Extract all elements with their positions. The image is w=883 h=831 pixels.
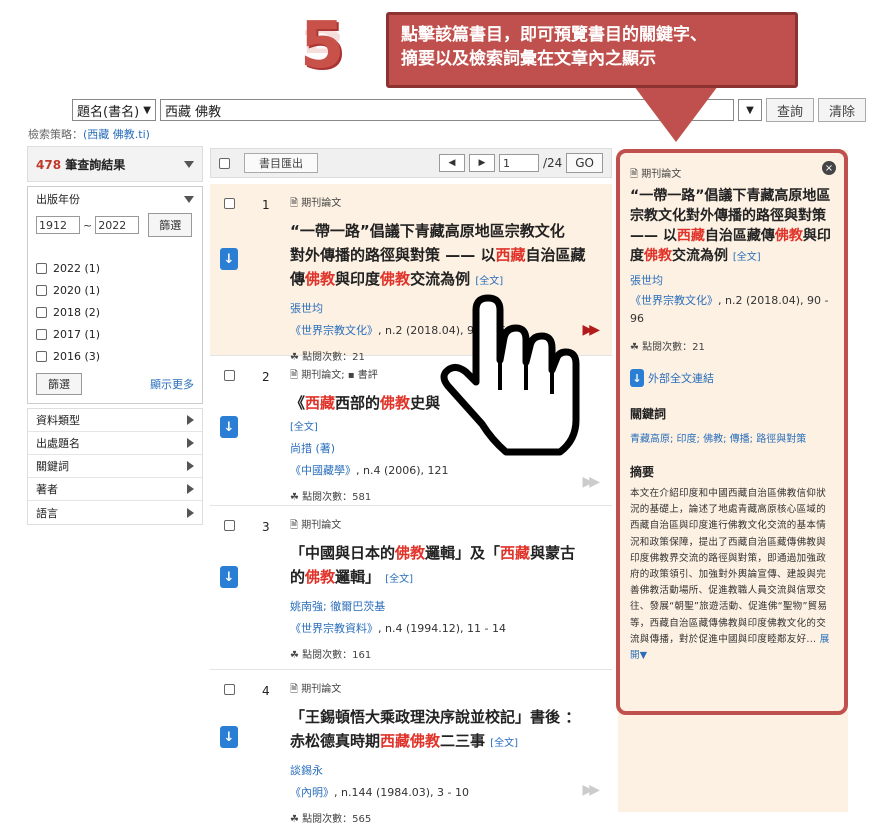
close-icon[interactable]: ×: [822, 161, 836, 175]
download-icon[interactable]: ↓: [220, 726, 238, 748]
fulltext-link[interactable]: [全文]: [475, 276, 503, 287]
export-button[interactable]: 書目匯出: [244, 153, 318, 173]
callout-box: 點擊該篇書目，即可預覽書目的關鍵字、 摘要以及檢索詞彙在文章內之顯示: [386, 12, 798, 88]
chevron-right-icon: [187, 415, 194, 425]
chevron-right-icon: [187, 461, 194, 471]
facet-source[interactable]: 出處題名: [28, 432, 202, 455]
item-title[interactable]: “一帶一路”倡議下青藏高原地區宗教文化 對外傳播的路徑與對策 —— 以西藏自治區藏…: [290, 219, 602, 294]
chevron-down-icon[interactable]: [184, 195, 194, 203]
item-checkbox[interactable]: [224, 684, 235, 695]
keywords-heading: 關鍵詞: [630, 407, 667, 421]
year-facet-label: 出版年份: [36, 193, 80, 206]
download-icon: ↓: [630, 369, 644, 387]
item-views: ☘ 點閱次數：581: [290, 492, 372, 503]
year-option[interactable]: 2017 (1): [36, 323, 194, 345]
year-option[interactable]: 2018 (2): [36, 301, 194, 323]
detail-panel: × 🗎 期刊論文 “一帶一路”倡議下青藏高原地區宗教文化對外傳播的路徑與對策 —…: [616, 149, 848, 715]
item-source: 《內明》, n.144 (1984.03), 3 - 10: [290, 786, 469, 799]
item-views: ☘ 點閱次數：161: [290, 650, 372, 661]
step-number-reflection: 5: [300, 21, 345, 59]
item-type: 🗎 期刊論文: [290, 520, 342, 531]
go-button[interactable]: GO: [566, 153, 603, 173]
abstract-text: 本文在介紹印度和中國西藏自治區佛教信仰狀況的基礎上，論述了地處青藏高原核心區域的…: [630, 488, 830, 662]
callout-line-1: 點擊該篇書目，即可預覽書目的關鍵字、: [401, 25, 707, 45]
item-author[interactable]: 姚南強; 徹爾巴茨基: [290, 598, 602, 614]
facet-author[interactable]: 著者: [28, 478, 202, 501]
next-page-button[interactable]: ▶: [468, 154, 495, 172]
item-checkbox[interactable]: [224, 520, 235, 531]
prev-page-button[interactable]: ◀: [438, 154, 465, 172]
search-field-select-2[interactable]: ▼: [738, 99, 762, 121]
item-source: 《世界宗教資料》, n.4 (1994.12), 11 - 14: [290, 622, 506, 635]
download-icon[interactable]: ↓: [220, 566, 238, 588]
fast-forward-icon[interactable]: ▶▶: [582, 474, 599, 490]
search-strategy: 檢索策略：(西藏 佛教.ti): [28, 128, 150, 141]
year-filter-button[interactable]: 篩選: [148, 213, 193, 237]
year-facet: 出版年份 1912 ~ 2022 篩選 2022 (1) 2020 (1) 20…: [27, 186, 203, 404]
detail-author[interactable]: 張世均: [630, 272, 834, 288]
detail-title: “一帶一路”倡議下青藏高原地區宗教文化對外傳播的路徑與對策 —— 以西藏自治區藏…: [630, 188, 831, 264]
left-panel: 478 筆查詢結果 出版年份 1912 ~ 2022 篩選 2022 (1) 2…: [27, 146, 203, 525]
fulltext-link[interactable]: [全文]: [385, 574, 413, 585]
facet-list: 資料類型 出處題名 關鍵詞 著者 語言: [27, 408, 203, 525]
strategy-link[interactable]: (西藏 佛教.ti): [83, 128, 150, 141]
chevron-right-icon: [187, 507, 194, 518]
hand-cursor-icon: [440, 294, 580, 456]
result-item[interactable]: 4 ↓ 🗎 期刊論文 「王錫頓悟大乘政理決序說並校記」書後 ：赤松德真時期西藏佛…: [210, 670, 612, 825]
callout-pointer: [634, 86, 718, 142]
fulltext-link[interactable]: [全文]: [490, 738, 518, 749]
facet-keyword[interactable]: 關鍵詞: [28, 455, 202, 478]
item-views: ☘ 點閱次數：565: [290, 814, 372, 825]
download-icon[interactable]: ↓: [220, 416, 238, 438]
item-author[interactable]: 談錫永: [290, 762, 602, 778]
item-type: 🗎 期刊論文: [290, 198, 342, 209]
external-fulltext-link[interactable]: ↓ 外部全文連結: [630, 369, 834, 387]
year-to-input[interactable]: 2022: [95, 216, 140, 234]
download-icon[interactable]: ↓: [220, 248, 238, 270]
year-from-input[interactable]: 1912: [36, 216, 80, 234]
item-source: 《中國藏學》, n.4 (2006), 121: [290, 464, 449, 477]
detail-fulltext-link[interactable]: [全文]: [733, 252, 761, 263]
abstract-heading: 摘要: [630, 465, 655, 479]
results-count[interactable]: 478 筆查詢結果: [27, 146, 203, 182]
year-option[interactable]: 2016 (3): [36, 345, 194, 367]
facet-language[interactable]: 語言: [28, 501, 202, 524]
detail-views: ☘ 點閱次數：21: [630, 342, 705, 353]
callout-line-2: 摘要以及檢索詞彙在文章內之顯示: [401, 49, 656, 69]
page-input[interactable]: 1: [498, 154, 539, 172]
keywords-list[interactable]: 青藏高原; 印度; 佛教; 傳播; 路徑與對策: [630, 430, 834, 445]
fast-forward-icon[interactable]: ▶▶: [582, 782, 599, 798]
chevron-right-icon: [187, 438, 194, 448]
select-all-checkbox[interactable]: [219, 157, 230, 169]
results-toolbar: 書目匯出 ◀ ▶ 1 /24 GO: [210, 148, 612, 178]
item-type: 🗎 期刊論文: [290, 684, 342, 695]
chevron-right-icon: [187, 484, 194, 494]
search-field-select[interactable]: 題名(書名) ▼: [72, 99, 156, 121]
query-button[interactable]: 查詢: [766, 98, 815, 122]
chevron-down-icon: [184, 160, 194, 168]
detail-type: 🗎 期刊論文: [630, 169, 682, 180]
item-checkbox[interactable]: [224, 370, 235, 381]
item-title[interactable]: 「王錫頓悟大乘政理決序說並校記」書後 ：赤松德真時期西藏佛教二三事 [全文]: [290, 705, 602, 756]
item-title[interactable]: 「中國與日本的佛教邏輯」及「西藏與蒙古 的佛教邏輯」 [全文]: [290, 541, 602, 592]
year-option[interactable]: 2022 (1): [36, 257, 194, 279]
detail-source: 《世界宗教文化》, n.2 (2018.04), 90 - 96: [630, 294, 829, 325]
item-checkbox[interactable]: [224, 198, 235, 209]
fulltext-link[interactable]: [全文]: [290, 422, 318, 433]
year-option[interactable]: 2020 (1): [36, 279, 194, 301]
year-list-filter-button[interactable]: 篩選: [36, 373, 82, 395]
clear-button[interactable]: 清除: [818, 98, 867, 122]
pager: ◀ ▶ 1 /24 GO: [438, 153, 603, 173]
result-item[interactable]: 3 ↓ 🗎 期刊論文 「中國與日本的佛教邏輯」及「西藏與蒙古 的佛教邏輯」 [全文…: [210, 506, 612, 670]
show-more-link[interactable]: 顯示更多: [150, 376, 194, 392]
search-bar: 題名(書名) ▼ 西藏 佛教 ▼ 查詢 清除: [72, 98, 867, 122]
facet-type[interactable]: 資料類型: [28, 409, 202, 432]
